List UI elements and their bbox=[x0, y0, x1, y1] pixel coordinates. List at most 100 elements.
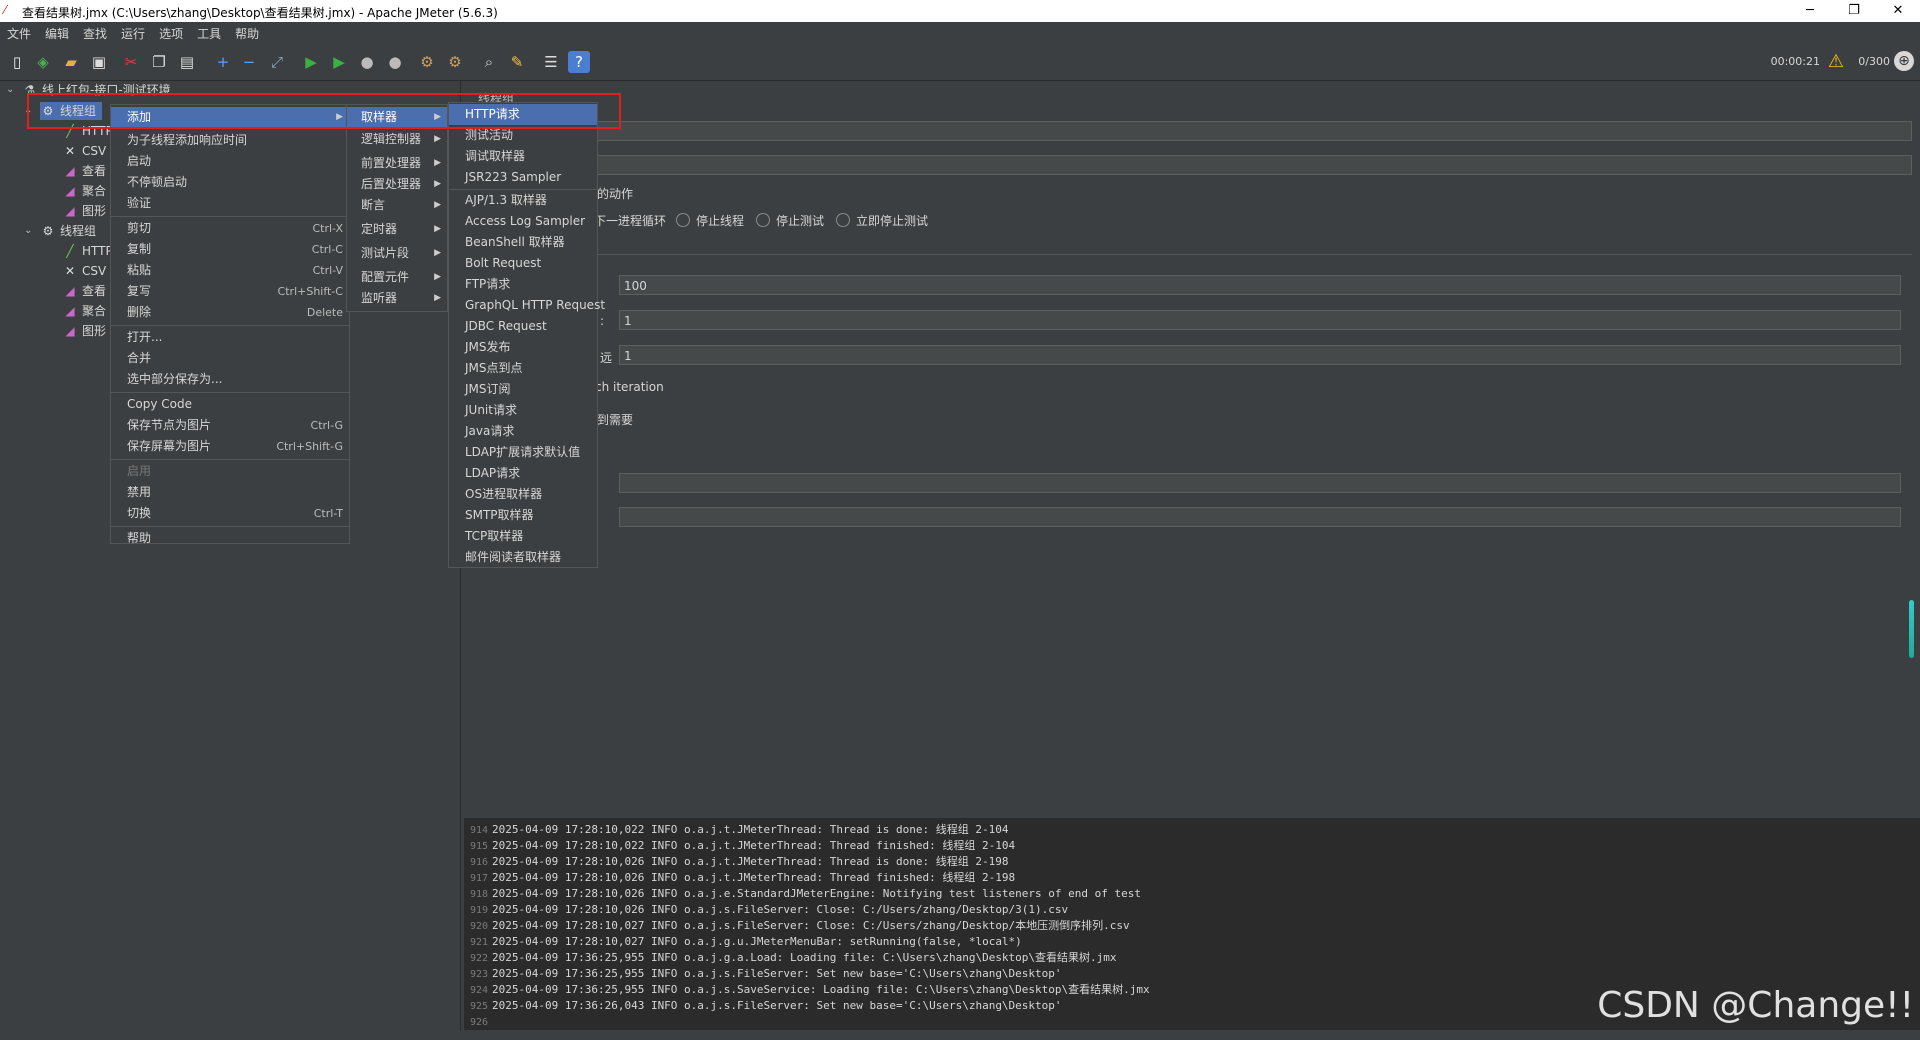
menu-item-copy[interactable]: 复制 Ctrl-C bbox=[111, 239, 349, 260]
submenu-item[interactable]: 调试取样器 bbox=[449, 146, 597, 167]
radio-stop-test-now[interactable]: 立即停止测试 bbox=[836, 212, 928, 229]
save-icon[interactable]: ▣ bbox=[88, 51, 110, 73]
tree-item[interactable]: ✕ CSV bbox=[62, 262, 106, 280]
tree-item[interactable]: ╱ HTTP bbox=[62, 242, 112, 260]
menu-item-merge[interactable]: 合并 bbox=[111, 348, 349, 369]
submenu-item[interactable]: JMS发布 bbox=[449, 337, 597, 358]
submenu-item[interactable]: Bolt Request bbox=[449, 253, 597, 274]
submenu-item[interactable]: JDBC Request bbox=[449, 316, 597, 337]
submenu-item[interactable]: 邮件阅读者取样器 bbox=[449, 547, 597, 568]
minimize-button[interactable]: ─ bbox=[1788, 0, 1832, 22]
submenu-item[interactable]: Java请求 bbox=[449, 421, 597, 442]
menu-item[interactable]: 验证 bbox=[111, 193, 349, 214]
open-icon[interactable]: ▰ bbox=[60, 51, 82, 73]
tree-item[interactable]: ✕ CSV bbox=[62, 142, 106, 160]
warning-icon[interactable]: ⚠ bbox=[1828, 51, 1844, 72]
close-button[interactable]: ✕ bbox=[1876, 0, 1920, 22]
chevron-down-icon[interactable]: ⌄ bbox=[6, 84, 14, 95]
menu-item-copy-code[interactable]: Copy Code bbox=[111, 394, 349, 415]
menu-item[interactable]: 为子线程添加响应时间 bbox=[111, 130, 349, 151]
clear-all-icon[interactable]: ⚙ bbox=[444, 51, 466, 73]
submenu-item[interactable]: SMTP取样器 bbox=[449, 505, 597, 526]
menu-item-toggle[interactable]: 切换 Ctrl-T bbox=[111, 503, 349, 524]
stop-icon[interactable]: ● bbox=[356, 51, 378, 73]
submenu-item-logic-controller[interactable]: 逻辑控制器 ▶ bbox=[347, 129, 447, 150]
chevron-down-icon[interactable]: ⌄ bbox=[24, 225, 32, 236]
submenu-item[interactable]: OS进程取样器 bbox=[449, 484, 597, 505]
submenu-item[interactable]: GraphQL HTTP Request bbox=[449, 295, 605, 316]
toggle-icon[interactable]: ⤢ bbox=[266, 51, 288, 73]
new-icon[interactable]: ▯ bbox=[6, 51, 28, 73]
function-helper-icon[interactable]: ☰ bbox=[540, 51, 562, 73]
submenu-item[interactable]: JMS点到点 bbox=[449, 358, 597, 379]
submenu-item[interactable]: BeanShell 取样器 bbox=[449, 232, 597, 253]
submenu-item-timer[interactable]: 定时器 ▶ bbox=[347, 219, 447, 240]
submenu-item-listener[interactable]: 监听器 ▶ bbox=[347, 288, 447, 309]
tree-item[interactable]: ◢ 图形 bbox=[62, 322, 106, 340]
shutdown-icon[interactable]: ● bbox=[384, 51, 406, 73]
remote-globe-icon[interactable]: ⊕ bbox=[1894, 51, 1914, 71]
submenu-item[interactable]: FTP请求 bbox=[449, 274, 597, 295]
menu-item[interactable]: 启动 bbox=[111, 151, 349, 172]
copy-icon[interactable]: ❐ bbox=[148, 51, 170, 73]
menu-run[interactable]: 运行 bbox=[114, 22, 152, 42]
submenu-item[interactable]: JMS订阅 bbox=[449, 379, 597, 400]
menu-item-paste[interactable]: 粘贴 Ctrl-V bbox=[111, 260, 349, 281]
submenu-item[interactable]: TCP取样器 bbox=[449, 526, 597, 547]
expand-icon[interactable]: + bbox=[212, 51, 234, 73]
menu-file[interactable]: 文件 bbox=[0, 22, 38, 42]
cut-icon[interactable]: ✂ bbox=[120, 51, 142, 73]
search-icon[interactable]: ⌕ bbox=[478, 51, 500, 73]
tree-item[interactable]: ◢ 查看 bbox=[62, 282, 106, 300]
menu-item-save-screen-image[interactable]: 保存屏幕为图片 Ctrl+Shift-G bbox=[111, 436, 349, 457]
comment-field[interactable] bbox=[594, 155, 1912, 175]
paste-icon[interactable]: ▤ bbox=[176, 51, 198, 73]
menu-item-duplicate[interactable]: 复写 Ctrl+Shift-C bbox=[111, 281, 349, 302]
tree-item[interactable]: ◢ 图形 bbox=[62, 202, 106, 220]
loop-count-field[interactable]: 1 bbox=[619, 345, 1901, 365]
tree-item[interactable]: ◢ 查看 bbox=[62, 162, 106, 180]
templates-icon[interactable]: ◈ bbox=[32, 51, 54, 73]
menu-item[interactable]: 不停顿启动 bbox=[111, 172, 349, 193]
menu-item-open[interactable]: 打开... bbox=[111, 327, 349, 348]
submenu-item-config-element[interactable]: 配置元件 ▶ bbox=[347, 267, 447, 288]
submenu-item[interactable]: AJP/1.3 取样器 bbox=[449, 190, 597, 211]
submenu-item-post-processor[interactable]: 后置处理器 ▶ bbox=[347, 174, 447, 195]
submenu-item[interactable]: JUnit请求 bbox=[449, 400, 597, 421]
submenu-item-pre-processor[interactable]: 前置处理器 ▶ bbox=[347, 153, 447, 174]
tree-thread-group-2[interactable]: ⚙ 线程组 bbox=[40, 222, 96, 240]
menu-tools[interactable]: 工具 bbox=[190, 22, 228, 42]
reset-search-icon[interactable]: ✎ bbox=[506, 51, 528, 73]
tree-item[interactable]: ◢ 聚合 bbox=[62, 182, 106, 200]
submenu-item[interactable]: JSR223 Sampler bbox=[449, 167, 597, 188]
duration-field[interactable] bbox=[619, 473, 1901, 493]
help-icon[interactable]: ? bbox=[568, 51, 590, 73]
radio-stop-test[interactable]: 停止测试 bbox=[756, 212, 824, 229]
start-no-pause-icon[interactable]: ▶ bbox=[328, 51, 350, 73]
name-field[interactable] bbox=[594, 121, 1912, 141]
scroll-indicator[interactable] bbox=[1909, 600, 1914, 658]
menu-help[interactable]: 帮助 bbox=[228, 22, 266, 42]
submenu-item[interactable]: Access Log Sampler bbox=[449, 211, 597, 232]
clear-icon[interactable]: ⚙ bbox=[416, 51, 438, 73]
menu-item-help[interactable]: 帮助 bbox=[111, 528, 349, 549]
menu-item-disable[interactable]: 禁用 bbox=[111, 482, 349, 503]
ramp-up-field[interactable]: 1 bbox=[619, 310, 1901, 330]
restore-button[interactable]: ❐ bbox=[1832, 0, 1876, 22]
menu-item-save-node-image[interactable]: 保存节点为图片 Ctrl-G bbox=[111, 415, 349, 436]
collapse-icon[interactable]: − bbox=[238, 51, 260, 73]
radio-stop-thread[interactable]: 停止线程 bbox=[676, 212, 744, 229]
radio-next-loop[interactable]: 下一进程循环 bbox=[594, 212, 666, 229]
menu-edit[interactable]: 编辑 bbox=[38, 22, 76, 42]
menu-item-delete[interactable]: 删除 Delete bbox=[111, 302, 349, 323]
startup-delay-field[interactable] bbox=[619, 507, 1901, 527]
submenu-item[interactable]: LDAP扩展请求默认值 bbox=[449, 442, 597, 463]
menu-item-save-selection[interactable]: 选中部分保存为... bbox=[111, 369, 349, 390]
tree-item[interactable]: ◢ 聚合 bbox=[62, 302, 106, 320]
submenu-item-assertion[interactable]: 断言 ▶ bbox=[347, 195, 447, 216]
menu-options[interactable]: 选项 bbox=[152, 22, 190, 42]
start-icon[interactable]: ▶ bbox=[300, 51, 322, 73]
submenu-item-test-fragment[interactable]: 测试片段 ▶ bbox=[347, 243, 447, 264]
submenu-item[interactable]: LDAP请求 bbox=[449, 463, 597, 484]
menu-item-cut[interactable]: 剪切 Ctrl-X bbox=[111, 218, 349, 239]
